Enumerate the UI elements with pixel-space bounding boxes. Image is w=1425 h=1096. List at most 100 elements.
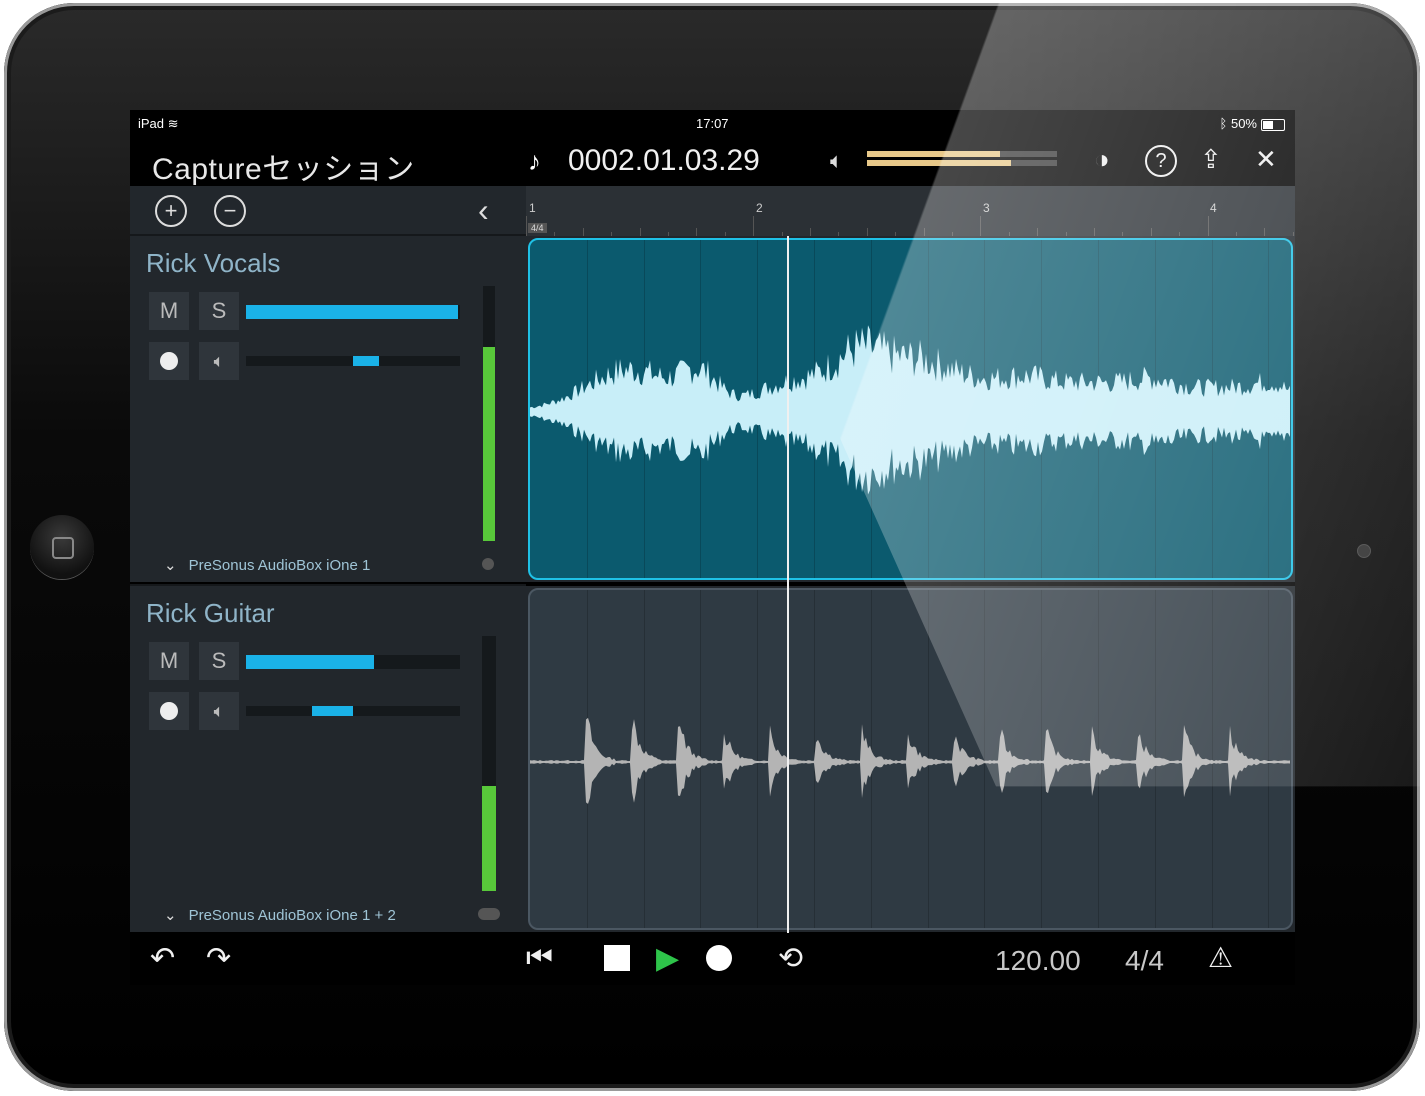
waveform-path	[530, 717, 1290, 804]
undo-icon[interactable]: ↶	[150, 941, 175, 976]
ruler-tick	[526, 216, 527, 236]
loop-icon[interactable]: ⟲	[778, 941, 803, 976]
session-title: Captureセッション	[152, 153, 415, 186]
monitor-button[interactable]: 🔈︎	[199, 342, 239, 380]
input-name: PreSonus AudioBox iOne 1	[188, 557, 371, 574]
master-meter-left-fill	[867, 151, 1000, 157]
position-display[interactable]: 0002.01.03.29	[568, 144, 760, 178]
status-time: 17:07	[696, 116, 729, 131]
timeline-ruler[interactable]: 1 2 3 4 4/4	[526, 186, 1295, 236]
audio-clip-guitar[interactable]	[528, 588, 1293, 930]
speaker-icon: 🔈︎	[213, 701, 225, 721]
playhead[interactable]	[787, 236, 789, 933]
track-level-meter	[483, 286, 495, 541]
record-dot-icon	[160, 352, 178, 370]
rewind-to-start-icon[interactable]: ⏮︎	[526, 941, 553, 975]
record-arm-button[interactable]	[149, 692, 189, 730]
mute-button[interactable]: M	[149, 642, 189, 680]
mute-button[interactable]: M	[149, 292, 189, 330]
close-icon[interactable]: ✕	[1255, 144, 1277, 175]
ruler-tick	[1150, 228, 1152, 236]
ruler-tick	[1094, 228, 1095, 236]
redo-icon[interactable]: ↷	[206, 941, 231, 976]
record-dot-icon	[160, 702, 178, 720]
input-name: PreSonus AudioBox iOne 1 + 2	[188, 907, 396, 924]
solo-button[interactable]: S	[199, 642, 239, 680]
audio-clip-vocals[interactable]	[528, 238, 1293, 580]
track-name[interactable]: Rick Vocals	[146, 248, 280, 279]
status-bar: iPad ≋ 17:07 ᛒ 50%	[130, 110, 1295, 136]
record-icon[interactable]	[706, 945, 732, 971]
camera	[1357, 544, 1371, 558]
volume-fader[interactable]	[246, 655, 460, 669]
stereo-channel-icon	[478, 908, 500, 920]
music-note-icon: ♪	[528, 146, 541, 176]
waveform-vocals	[530, 325, 1290, 495]
pan-slider[interactable]	[246, 706, 460, 716]
tracks-header: + − ‹	[130, 186, 526, 236]
track-name[interactable]: Rick Guitar	[146, 598, 275, 629]
chevron-left-icon[interactable]: ‹	[478, 192, 489, 229]
top-bar: Captureセッション ♪ 0002.01.03.29 🔈︎ ◑ ? ⇪ ✕	[130, 136, 1295, 186]
ruler-tick	[1207, 216, 1209, 236]
home-square-icon	[52, 537, 74, 559]
ruler-tick	[1264, 228, 1266, 236]
track-level-meter	[482, 636, 496, 891]
bar-number: 3	[983, 201, 990, 215]
speaker-icon: 🔈︎	[830, 148, 844, 173]
app-screen: iPad ≋ 17:07 ᛒ 50% Captureセッション ♪ 0002.0…	[130, 110, 1295, 985]
play-icon[interactable]: ▶	[656, 941, 679, 976]
ruler-tick	[639, 228, 641, 236]
ruler-tick	[1037, 228, 1039, 236]
chevron-down-icon: ⌄	[164, 907, 177, 924]
ruler-tick	[753, 216, 755, 236]
solo-button[interactable]: S	[199, 292, 239, 330]
waveform-path	[530, 325, 1290, 495]
input-channel-icon	[482, 558, 494, 570]
record-arm-button[interactable]	[149, 342, 189, 380]
transport-bar: ↶ ↷ ⏮︎ ▶ ⟲ 120.00 4/4 ⚠	[130, 933, 1295, 985]
volume-fader-fill	[246, 655, 375, 669]
ruler-tick	[696, 228, 698, 236]
battery-percent: 50%	[1230, 116, 1257, 131]
bar-number: 1	[529, 201, 536, 215]
monitor-button[interactable]: 🔈︎	[199, 692, 239, 730]
time-signature-display[interactable]: 4/4	[1125, 945, 1164, 977]
volume-fader[interactable]	[246, 305, 460, 319]
input-selector[interactable]: ⌄ PreSonus AudioBox iOne 1 + 2	[164, 906, 396, 924]
half-moon-icon[interactable]: ◑	[1094, 144, 1110, 175]
status-device: iPad ≋	[138, 116, 179, 131]
ruler-time-signature: 4/4	[528, 223, 547, 233]
battery-icon	[1261, 118, 1285, 131]
ruler-tick	[810, 228, 811, 236]
chevron-down-icon: ⌄	[164, 557, 177, 574]
bar-number: 4	[1210, 201, 1217, 215]
master-meter-right-fill	[867, 160, 1012, 166]
status-right: ᛒ 50%	[1220, 116, 1285, 131]
share-icon[interactable]: ⇪	[1200, 144, 1222, 175]
add-track-icon[interactable]: +	[155, 195, 187, 227]
ruler-tick	[582, 228, 584, 236]
home-button[interactable]	[30, 515, 94, 579]
pan-slider-fill	[312, 706, 353, 716]
ruler-tick	[866, 228, 868, 236]
track-level-meter-fill	[483, 347, 495, 541]
pan-slider[interactable]	[246, 356, 460, 366]
metronome-icon[interactable]: ⚠	[1208, 941, 1233, 974]
track-header-vocals[interactable]: Rick Vocals M S 🔈︎ ⌄ PreSonus AudioBox iO…	[130, 234, 526, 582]
track-lane-vocals[interactable]	[526, 236, 1295, 582]
track-header-guitar[interactable]: Rick Guitar M S 🔈︎ ⌄ PreSonus AudioBox iO…	[130, 584, 526, 932]
master-meter-right	[867, 160, 1057, 166]
speaker-icon: 🔈︎	[213, 351, 225, 371]
track-level-meter-fill	[482, 786, 496, 891]
stop-icon[interactable]	[604, 945, 630, 971]
help-icon[interactable]: ?	[1145, 145, 1177, 177]
wifi-icon: ≋	[167, 116, 179, 131]
bar-number: 2	[756, 201, 763, 215]
remove-track-icon[interactable]: −	[214, 195, 246, 227]
track-lane-guitar[interactable]	[526, 586, 1295, 932]
pan-slider-fill	[353, 356, 379, 366]
input-selector[interactable]: ⌄ PreSonus AudioBox iOne 1	[164, 556, 370, 574]
tempo-display[interactable]: 120.00	[995, 945, 1081, 977]
waveform-guitar	[530, 717, 1290, 804]
